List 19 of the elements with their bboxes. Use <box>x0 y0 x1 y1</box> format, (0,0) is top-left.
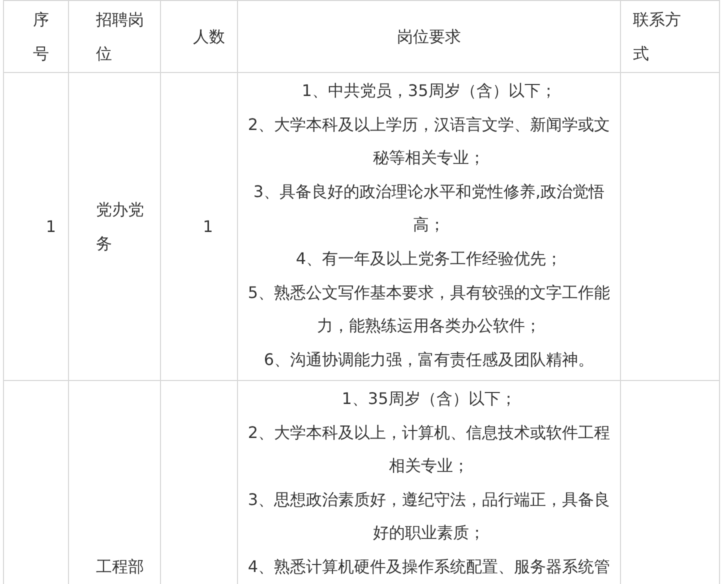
requirement-item: 4、有一年及以上党务工作经验优先； <box>294 248 564 270</box>
requirement-item: 2、大学本科及以上学历，汉语言文学、新闻学或文秘等相关专业； <box>246 114 612 170</box>
position-name: 工程部 <box>96 556 144 576</box>
requirement-item: 6、沟通协调能力强，富有责任感及团队精神。 <box>262 348 596 371</box>
requirement-item: 5、熟悉公文写作基本要求，具有较强的文字工作能力，能熟练运用各类办公软件； <box>246 282 612 338</box>
requirement-item: 3、具备良好的政治理论水平和党性修养,政治觉悟高； <box>252 180 606 236</box>
column-header: 岗位要求 <box>397 26 461 46</box>
position-name: 党办党务 <box>96 200 144 252</box>
row-number: 1 <box>46 216 56 236</box>
column-header: 人数 <box>193 26 225 46</box>
requirement-item: 4、熟悉计算机硬件及操作系统配置、服务器系统管 <box>246 556 612 578</box>
column-header: 联系方式 <box>633 10 681 62</box>
column-header: 序号 <box>33 10 49 62</box>
requirement-item: 2、大学本科及以上，计算机、信息技术或软件工程相关专业； <box>246 422 612 478</box>
column-header: 招聘岗位 <box>96 10 144 62</box>
requirement-item: 1、中共党员，35周岁（含）以下； <box>300 80 558 102</box>
requirement-item: 3、思想政治素质好，遵纪守法，品行端正，具备良好的职业素质； <box>246 488 612 544</box>
requirement-item: 1、35周岁（含）以下； <box>340 388 518 410</box>
headcount: 1 <box>202 216 213 236</box>
